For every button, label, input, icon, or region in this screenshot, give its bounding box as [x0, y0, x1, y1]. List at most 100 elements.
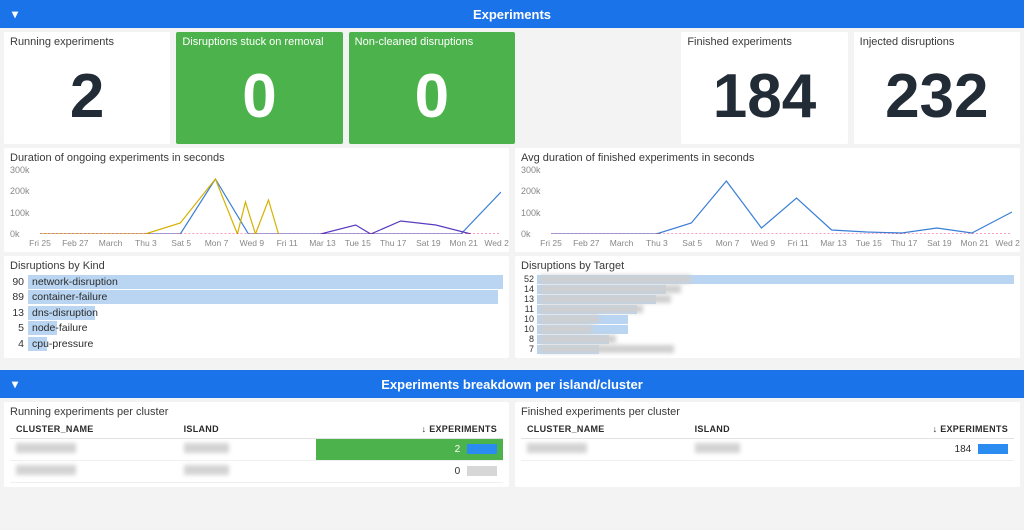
cell-island [689, 439, 827, 461]
redacted-label [540, 295, 671, 303]
y-tick: 100k [521, 208, 541, 218]
panel-by-kind[interactable]: Disruptions by Kind 90network-disruption… [4, 256, 509, 358]
chart-ongoing[interactable]: Duration of ongoing experiments in secon… [4, 148, 509, 252]
redacted [184, 443, 229, 453]
col-island[interactable]: ISLAND [689, 420, 827, 439]
bar-row[interactable]: 4cpu-pressure [10, 336, 503, 352]
x-tick: Wed 23 [484, 238, 509, 248]
x-tick: Mar 13 [309, 238, 335, 248]
bar-wrap: network-disruption [28, 275, 503, 289]
bar-count: 4 [10, 338, 28, 350]
redacted [184, 465, 229, 475]
target-row[interactable]: 10 [521, 324, 1014, 334]
redacted-label [540, 335, 616, 343]
chevron-down-icon[interactable]: ▾ [12, 377, 18, 391]
target-bar [537, 335, 1014, 344]
mini-bar [978, 444, 1008, 454]
chart-body: 300k200k100k0kFri 25Feb 27MarchThu 3Sat … [10, 166, 503, 248]
bar-row[interactable]: 89container-failure [10, 290, 503, 306]
chevron-down-icon[interactable]: ▾ [12, 7, 18, 21]
table-running: CLUSTER_NAME ISLAND ↓ EXPERIMENTS 2 0 [10, 420, 503, 483]
bar-label: dns-disruption [28, 307, 98, 319]
col-island[interactable]: ISLAND [178, 420, 316, 439]
stat-title: Disruptions stuck on removal [182, 36, 336, 48]
bar-label: container-failure [28, 291, 107, 303]
target-bar [537, 325, 1014, 334]
bar-row[interactable]: 5node-failure [10, 321, 503, 337]
target-row[interactable]: 14 [521, 284, 1014, 294]
target-count: 7 [521, 344, 537, 354]
x-tick: Wed 9 [240, 238, 264, 248]
col-experiments[interactable]: ↓ EXPERIMENTS [827, 420, 1014, 439]
table-row[interactable]: 0 [10, 461, 503, 483]
redacted-label [540, 325, 592, 333]
bar-wrap: node-failure [28, 321, 503, 335]
stat-value: 0 [355, 50, 509, 144]
redacted [16, 465, 76, 475]
cell-island [178, 439, 316, 461]
chart-title: Avg duration of finished experiments in … [521, 152, 1014, 164]
stat-running[interactable]: Running experiments 2 [4, 32, 170, 144]
bar-row[interactable]: 13dns-disruption [10, 305, 503, 321]
cell-cluster [521, 439, 689, 461]
panel-by-target[interactable]: Disruptions by Target 52141311101087 [515, 256, 1020, 358]
x-tick: Mon 21 [961, 238, 989, 248]
x-tick: Wed 23 [995, 238, 1020, 248]
target-row[interactable]: 11 [521, 304, 1014, 314]
target-count: 8 [521, 334, 537, 344]
target-bar [537, 285, 1014, 294]
target-count: 10 [521, 324, 537, 334]
x-tick: Wed 9 [751, 238, 775, 248]
table-row[interactable]: 184 [521, 439, 1014, 461]
x-tick: Fri 11 [277, 238, 298, 248]
target-row[interactable]: 52 [521, 274, 1014, 284]
panel-finished-per-cluster[interactable]: Finished experiments per cluster CLUSTER… [515, 402, 1020, 487]
chart-avg[interactable]: Avg duration of finished experiments in … [515, 148, 1020, 252]
x-tick: Sat 19 [416, 238, 441, 248]
table-row[interactable]: 2 [10, 439, 503, 461]
target-row[interactable]: 8 [521, 334, 1014, 344]
cell-experiments: 0 [316, 461, 503, 483]
y-tick: 0k [521, 229, 531, 239]
by-target-list: 52141311101087 [521, 274, 1014, 354]
stat-title: Non-cleaned disruptions [355, 36, 509, 48]
bar-count: 5 [10, 322, 28, 334]
target-bar [537, 295, 1014, 304]
chart-title: Duration of ongoing experiments in secon… [10, 152, 503, 164]
col-cluster[interactable]: CLUSTER_NAME [10, 420, 178, 439]
target-row[interactable]: 10 [521, 314, 1014, 324]
by-kind-list: 90network-disruption89container-failure1… [10, 274, 503, 352]
redacted-label [540, 345, 674, 353]
target-count: 10 [521, 314, 537, 324]
col-cluster[interactable]: CLUSTER_NAME [521, 420, 689, 439]
y-tick: 200k [521, 186, 541, 196]
x-tick: Sat 5 [171, 238, 191, 248]
x-tick: Tue 15 [856, 238, 882, 248]
panel-title: Running experiments per cluster [10, 406, 503, 418]
section-title: Experiments [473, 7, 551, 22]
redacted-label [540, 305, 643, 313]
bar-row[interactable]: 90network-disruption [10, 274, 503, 290]
target-row[interactable]: 7 [521, 344, 1014, 354]
x-tick: Feb 27 [573, 238, 599, 248]
stat-stuck[interactable]: Disruptions stuck on removal 0 [176, 32, 342, 144]
y-tick: 0k [10, 229, 20, 239]
x-tick: Feb 27 [62, 238, 88, 248]
target-count: 11 [521, 304, 537, 314]
col-experiments[interactable]: ↓ EXPERIMENTS [316, 420, 503, 439]
section-header-breakdown[interactable]: ▾ Experiments breakdown per island/clust… [0, 370, 1024, 398]
tables-row: Running experiments per cluster CLUSTER_… [0, 398, 1024, 493]
stat-title: Injected disruptions [860, 36, 1014, 48]
table-finished: CLUSTER_NAME ISLAND ↓ EXPERIMENTS 184 [521, 420, 1014, 461]
stat-injected[interactable]: Injected disruptions 232 [854, 32, 1020, 144]
target-row[interactable]: 13 [521, 294, 1014, 304]
stat-finished[interactable]: Finished experiments 184 [681, 32, 847, 144]
bar-label: node-failure [28, 322, 87, 334]
section-header-experiments[interactable]: ▾ Experiments [0, 0, 1024, 28]
x-tick: Thu 17 [891, 238, 917, 248]
panel-running-per-cluster[interactable]: Running experiments per cluster CLUSTER_… [4, 402, 509, 487]
target-count: 52 [521, 274, 537, 284]
redacted [527, 443, 587, 453]
stat-noncleaned[interactable]: Non-cleaned disruptions 0 [349, 32, 515, 144]
bar-label: network-disruption [28, 276, 118, 288]
